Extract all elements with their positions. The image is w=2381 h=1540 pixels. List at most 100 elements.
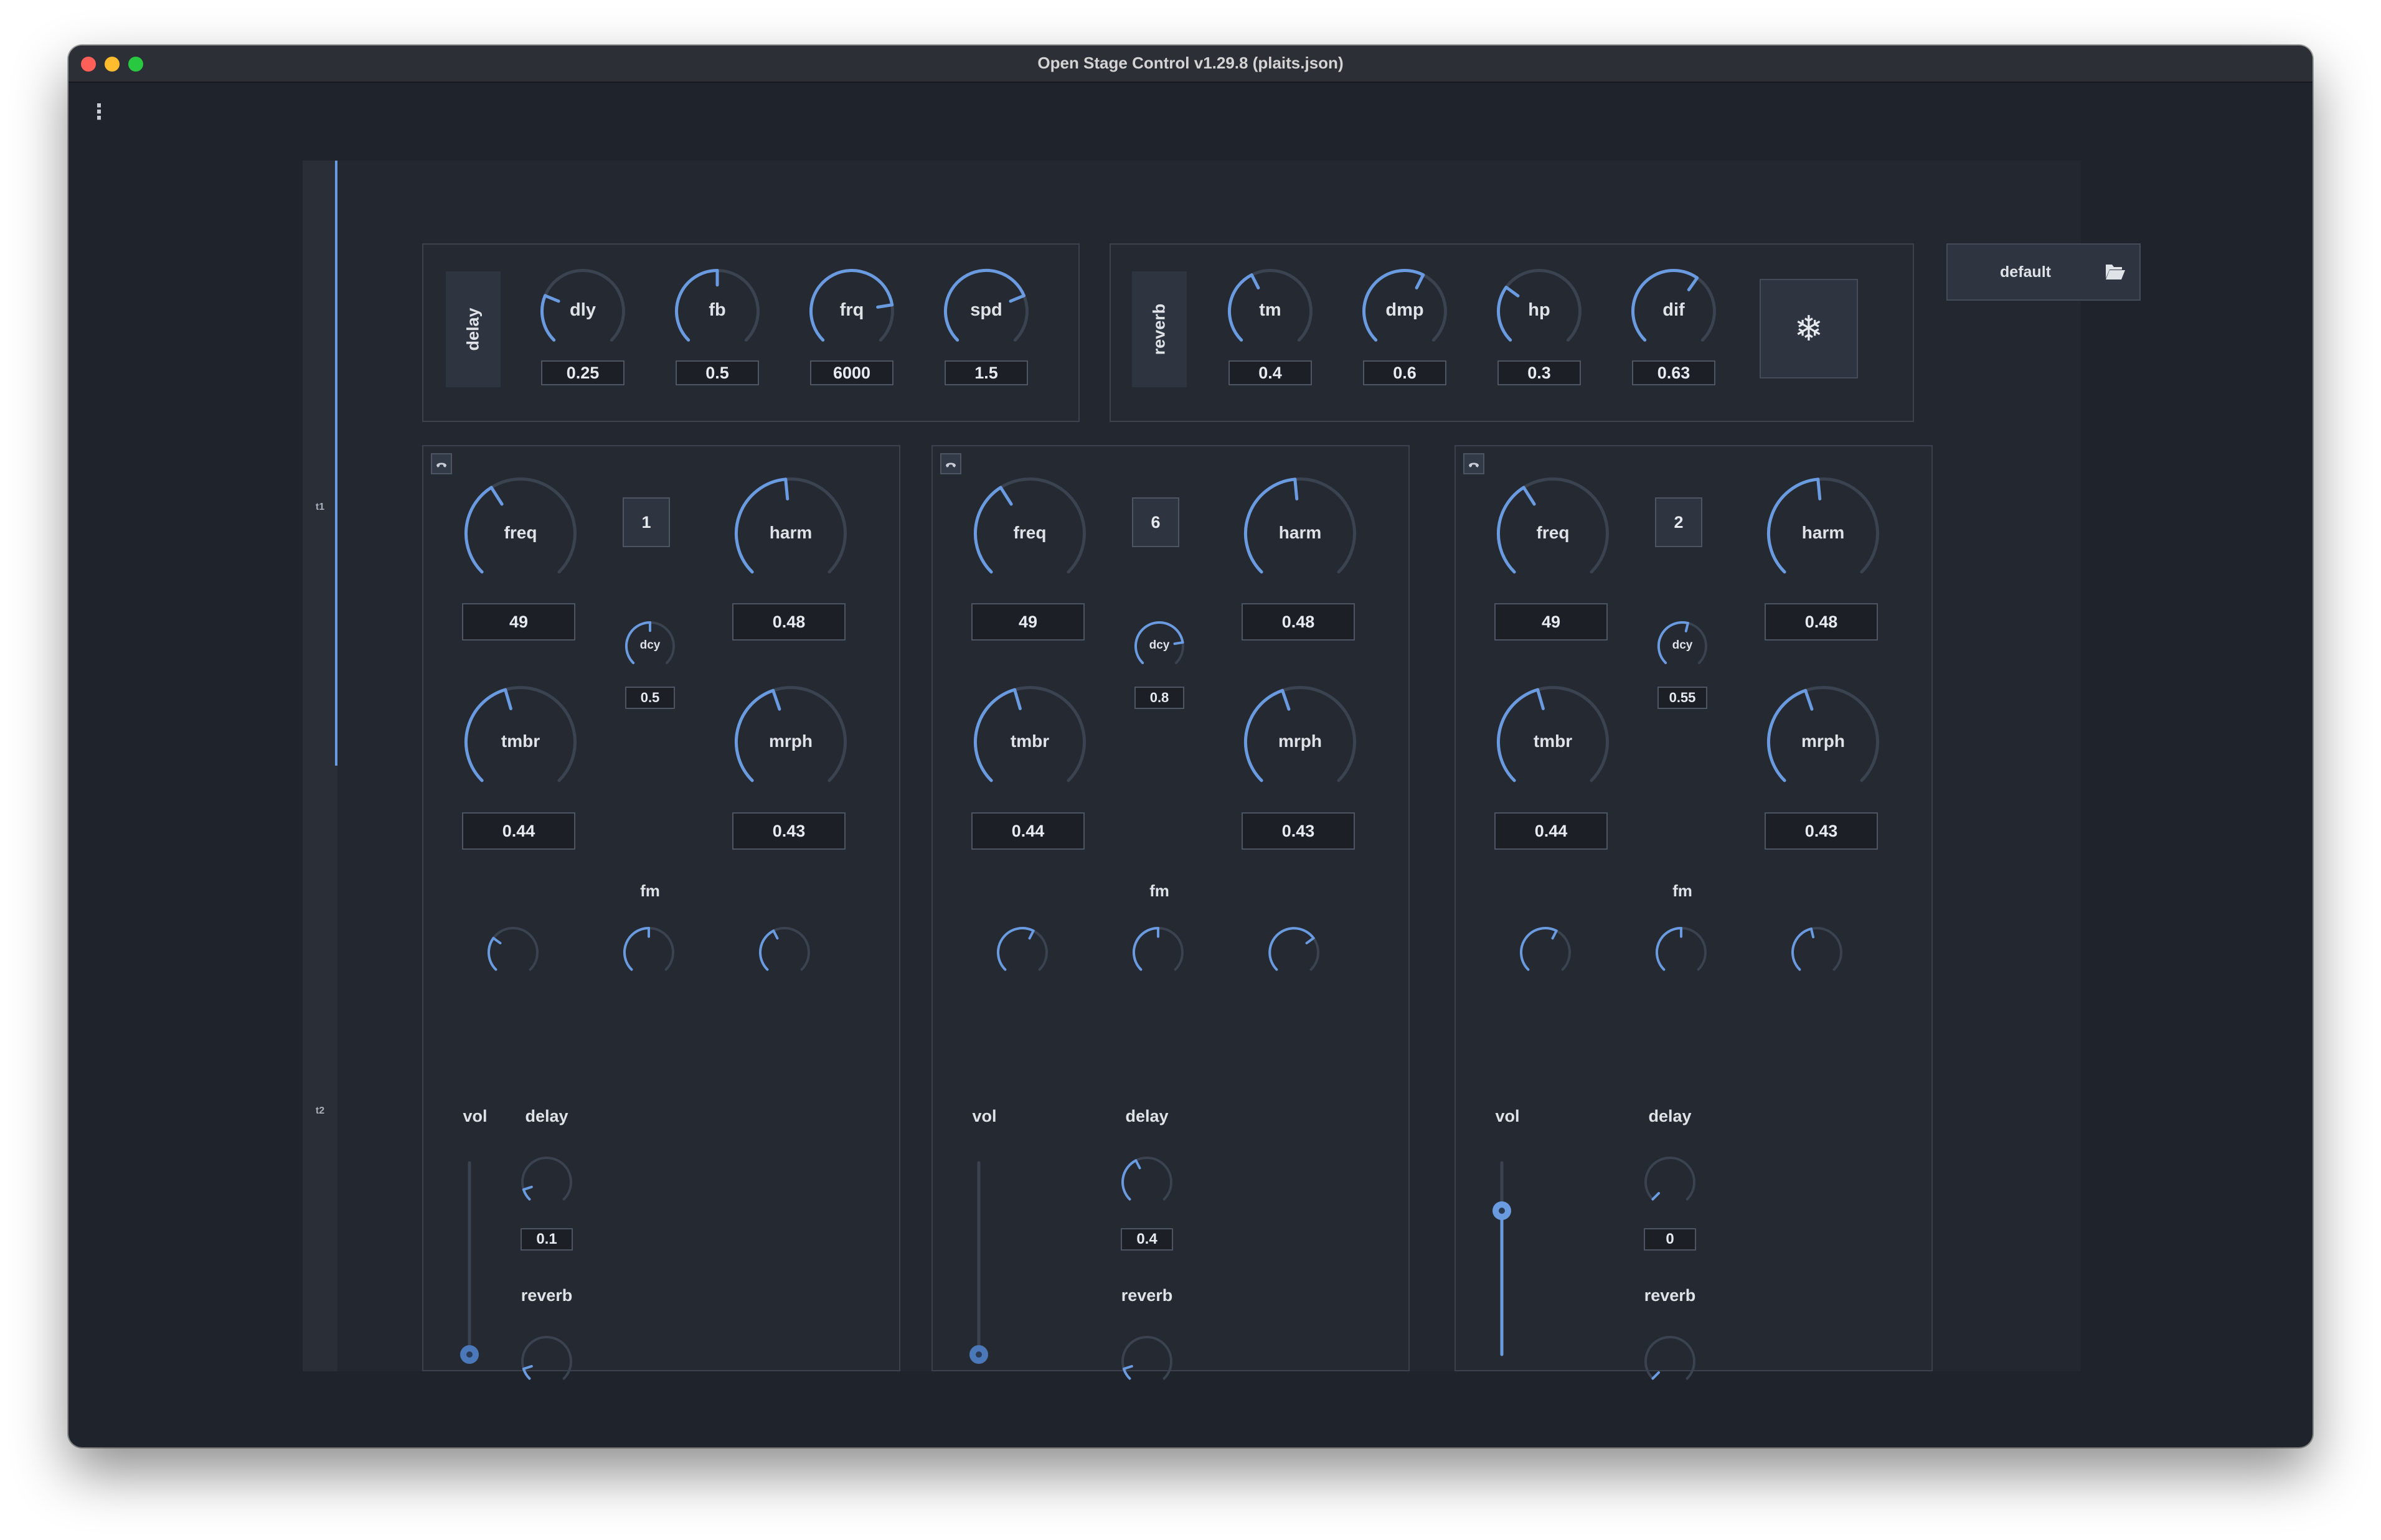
voice1-vol-slider-svg[interactable] — [456, 1149, 483, 1368]
reverb-knob-tm[interactable]: tm — [1228, 268, 1313, 354]
voice1-engine-selector[interactable]: 1 — [623, 497, 670, 547]
delay-knob-spd[interactable]: spd — [943, 268, 1029, 354]
voice3-fm-knob-2[interactable] — [1655, 927, 1707, 978]
voice2-harm-value[interactable]: 0.48 — [1242, 603, 1355, 641]
preset-selector[interactable]: default — [1946, 243, 2141, 301]
voice2-harm-knob[interactable]: harm — [1243, 477, 1356, 589]
voice3-tmbr-knob[interactable]: tmbr — [1496, 686, 1609, 798]
voice1-fm-knob-1-track — [488, 927, 539, 971]
voice2-phone-icon[interactable] — [940, 453, 961, 474]
voice3-fm-knob-2-dial[interactable] — [1655, 927, 1707, 978]
voice1-fm-knob-1[interactable] — [487, 927, 539, 978]
voice1-reverb-knob-dial[interactable] — [521, 1336, 572, 1387]
voice2-fm-knob-1-dial[interactable] — [997, 927, 1048, 978]
voice3-harm-knob[interactable]: harm — [1766, 477, 1879, 589]
voice1-tmbr-value[interactable]: 0.44 — [462, 812, 575, 850]
voice2-vol-slider[interactable] — [965, 1149, 992, 1368]
voice2-dcy-knob[interactable]: dcy — [1134, 621, 1184, 671]
voice3-fm-knob-3[interactable] — [1791, 927, 1842, 978]
reverb-knob-dmp[interactable]: dmp — [1362, 268, 1447, 354]
voice3-reverb-knob-dial[interactable] — [1644, 1336, 1695, 1387]
voice2-tmbr-knob[interactable]: tmbr — [973, 686, 1086, 798]
voice1-fm-knob-1-dial[interactable] — [487, 927, 539, 978]
voice1-delay-knob-dial[interactable] — [521, 1157, 572, 1208]
delay-knob-dly[interactable]: dly — [540, 268, 625, 354]
voice3-mrph-knob[interactable]: mrph — [1766, 686, 1879, 798]
voice1-freq-value[interactable]: 49 — [462, 603, 575, 641]
voice3-phone-icon[interactable] — [1463, 453, 1484, 474]
reverb-value-hp[interactable]: 0.3 — [1497, 360, 1581, 385]
freeze-button[interactable]: ❄ — [1760, 279, 1858, 378]
voice3-reverb-knob[interactable] — [1644, 1336, 1695, 1387]
voice1-dcy-knob[interactable]: dcy — [625, 621, 675, 671]
voice1-phone-icon[interactable] — [431, 453, 452, 474]
reverb-value-tm[interactable]: 0.4 — [1228, 360, 1312, 385]
voice2-fm-knob-3[interactable] — [1268, 927, 1319, 978]
voice3-fm-knob-1-dial[interactable] — [1520, 927, 1571, 978]
voice3-delay-knob[interactable] — [1644, 1157, 1695, 1208]
voice1-tmbr-knob[interactable]: tmbr — [464, 686, 577, 798]
voice1-freq-knob[interactable]: freq — [464, 477, 577, 589]
voice1-dcy-value[interactable]: 0.5 — [625, 687, 675, 709]
voice2-fm-knob-3-dial[interactable] — [1268, 927, 1319, 978]
voice1-reverb-knob[interactable] — [521, 1336, 572, 1387]
voice3-tmbr-value[interactable]: 0.44 — [1494, 812, 1608, 850]
voice1-fm-knob-3-dial[interactable] — [759, 927, 810, 978]
voice2-dcy-value[interactable]: 0.8 — [1134, 687, 1184, 709]
voice1-delay-value[interactable]: 0.1 — [521, 1228, 573, 1251]
reverb-value-dmp[interactable]: 0.6 — [1363, 360, 1446, 385]
delay-value-spd[interactable]: 1.5 — [945, 360, 1028, 385]
voice1-delay-knob[interactable] — [521, 1157, 572, 1208]
voice1-fm-knob-2[interactable] — [623, 927, 674, 978]
tab-t1[interactable]: t1 — [303, 502, 337, 513]
voice1-mrph-knob[interactable]: mrph — [734, 686, 847, 798]
voice3-engine-selector[interactable]: 2 — [1655, 497, 1702, 547]
voice2-freq-value[interactable]: 49 — [971, 603, 1085, 641]
window-title: Open Stage Control v1.29.8 (plaits.json) — [1037, 54, 1344, 72]
voice3-freq-knob[interactable]: freq — [1496, 477, 1609, 589]
voice2-engine-selector[interactable]: 6 — [1132, 497, 1179, 547]
voice2-vol-slider-svg[interactable] — [965, 1149, 992, 1368]
voice2-tmbr-value[interactable]: 0.44 — [971, 812, 1085, 850]
voice2-delay-knob[interactable] — [1121, 1157, 1172, 1208]
voice2-fm-knob-2-dial[interactable] — [1132, 927, 1184, 978]
voice1-fm-knob-2-dial[interactable] — [623, 927, 674, 978]
voice2-fm-knob-2[interactable] — [1132, 927, 1184, 978]
tab-t2[interactable]: t2 — [303, 1106, 337, 1117]
vertical-dots-icon[interactable]: ⋮ — [88, 101, 110, 123]
voice2-reverb-knob-dial[interactable] — [1121, 1336, 1172, 1387]
voice2-delay-value[interactable]: 0.4 — [1121, 1228, 1173, 1251]
voice2-delay-knob-dial[interactable] — [1121, 1157, 1172, 1208]
reverb-knob-hp[interactable]: hp — [1497, 268, 1582, 354]
voice3-mrph-value[interactable]: 0.43 — [1765, 812, 1878, 850]
voice3-delay-value[interactable]: 0 — [1644, 1228, 1696, 1251]
voice1-fm-knob-3[interactable] — [759, 927, 810, 978]
delay-knob-fb[interactable]: fb — [675, 268, 760, 354]
voice1-harm-knob[interactable]: harm — [734, 477, 847, 589]
voice1-vol-slider[interactable] — [456, 1149, 483, 1368]
delay-knob-frq[interactable]: frq — [809, 268, 894, 354]
voice2-freq-knob[interactable]: freq — [973, 477, 1086, 589]
delay-value-fb[interactable]: 0.5 — [676, 360, 759, 385]
delay-knob-frq-label: frq — [839, 300, 864, 321]
reverb-value-dif[interactable]: 0.63 — [1632, 360, 1715, 385]
voice2-mrph-value[interactable]: 0.43 — [1242, 812, 1355, 850]
voice3-delay-knob-dial[interactable] — [1644, 1157, 1695, 1208]
voice2-fm-knob-1[interactable] — [997, 927, 1048, 978]
voice3-fm-knob-3-dial[interactable] — [1791, 927, 1842, 978]
voice3-vol-slider[interactable] — [1488, 1149, 1516, 1368]
voice3-dcy-knob[interactable]: dcy — [1657, 621, 1707, 671]
voice1-mrph-value[interactable]: 0.43 — [732, 812, 846, 850]
delay-value-frq[interactable]: 6000 — [810, 360, 893, 385]
delay-value-dly[interactable]: 0.25 — [541, 360, 625, 385]
voice3-vol-slider-svg[interactable] — [1488, 1149, 1516, 1368]
voice3-fm-knob-1[interactable] — [1520, 927, 1571, 978]
reverb-knob-dif[interactable]: dif — [1631, 268, 1716, 354]
voice3-harm-value[interactable]: 0.48 — [1765, 603, 1878, 641]
voice3-freq-value[interactable]: 49 — [1494, 603, 1608, 641]
folder-open-icon[interactable] — [2105, 262, 2126, 281]
voice2-mrph-knob[interactable]: mrph — [1243, 686, 1356, 798]
voice1-harm-value[interactable]: 0.48 — [732, 603, 846, 641]
voice2-reverb-knob[interactable] — [1121, 1336, 1172, 1387]
voice3-dcy-value[interactable]: 0.55 — [1657, 687, 1707, 709]
